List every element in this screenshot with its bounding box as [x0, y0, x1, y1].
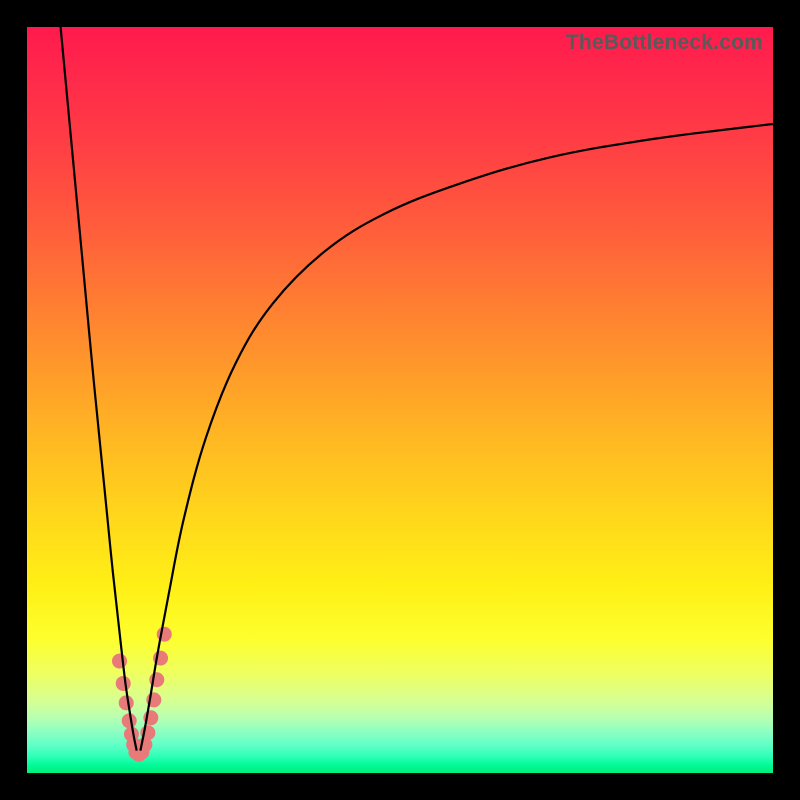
curve-layer — [27, 27, 773, 773]
marker-point — [119, 695, 134, 710]
watermark-text: TheBottleneck.com — [566, 31, 763, 55]
marker-point — [116, 676, 131, 691]
outer-frame: TheBottleneck.com — [0, 0, 800, 800]
marker-point — [112, 654, 127, 669]
right-branch-path — [140, 124, 773, 751]
plot-area: TheBottleneck.com — [27, 27, 773, 773]
left-branch-path — [61, 27, 137, 751]
